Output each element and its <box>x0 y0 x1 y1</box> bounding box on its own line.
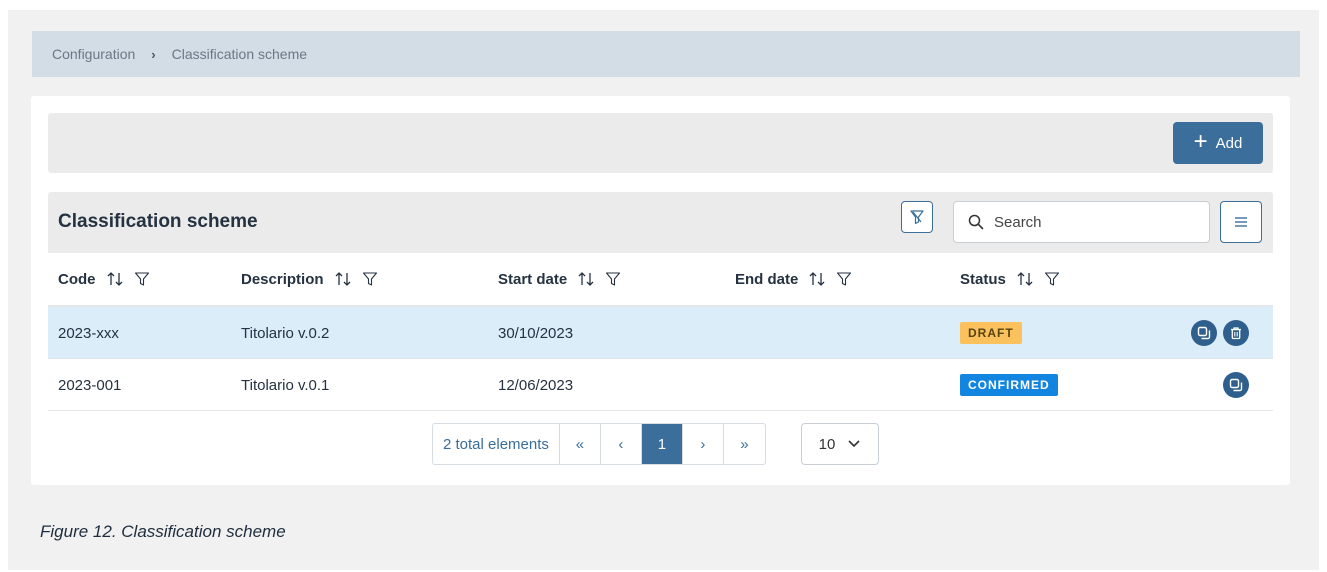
main-card: + Add Classification scheme Search Code … <box>31 96 1290 485</box>
cell-start-date: 12/06/2023 <box>498 376 574 394</box>
row-actions <box>1223 359 1249 411</box>
column-header-code: Code <box>58 253 150 305</box>
add-button-label: Add <box>1215 134 1243 152</box>
figure-caption: Figure 12. Classification scheme <box>40 522 286 541</box>
column-toggle-button[interactable] <box>1220 201 1262 243</box>
breadcrumb: Configuration › Classification scheme <box>32 31 1300 77</box>
sort-icon[interactable] <box>577 271 595 287</box>
cell-description: Titolario v.0.1 <box>241 376 330 394</box>
column-header-description: Description <box>241 253 378 305</box>
sort-icon[interactable] <box>808 271 826 287</box>
trash-icon <box>1231 327 1241 340</box>
column-label-end-date: End date <box>735 270 799 288</box>
cell-start-date: 30/10/2023 <box>498 324 574 342</box>
page-button-current[interactable]: 1 <box>641 424 683 464</box>
column-header-status: Status <box>960 253 1060 305</box>
table-title: Classification scheme <box>58 211 258 232</box>
cell-status: CONFIRMED <box>960 359 1058 411</box>
sort-icon[interactable] <box>1016 271 1034 287</box>
pagination: 2 total elements « ‹ 1 › » <box>432 423 766 465</box>
filter-icon[interactable] <box>134 271 150 287</box>
chevron-down-icon <box>848 440 860 448</box>
copy-button[interactable] <box>1223 372 1249 398</box>
filter-icon[interactable] <box>362 271 378 287</box>
copy-button[interactable] <box>1191 320 1217 346</box>
add-button[interactable]: + Add <box>1173 122 1263 164</box>
column-label-start-date: Start date <box>498 270 568 288</box>
status-badge: CONFIRMED <box>960 374 1058 396</box>
breadcrumb-item-classification-scheme: Classification scheme <box>171 46 308 62</box>
copy-icon <box>1229 378 1243 392</box>
cell-code: 2023-xxx <box>58 324 119 342</box>
cell-code: 2023-001 <box>58 376 122 394</box>
copy-icon <box>1197 326 1211 340</box>
filter-clear-icon <box>910 210 924 225</box>
breadcrumb-separator: › <box>151 46 156 62</box>
table-header: Classification scheme <box>48 192 1273 253</box>
table-row[interactable]: 2023-001 Titolario v.0.1 12/06/2023 CONF… <box>48 359 1273 411</box>
column-header-row: Code Description Start date End date Sta… <box>48 253 1273 307</box>
filter-icon[interactable] <box>605 271 621 287</box>
prev-page-button[interactable]: ‹ <box>601 424 642 464</box>
total-elements: 2 total elements <box>433 424 560 464</box>
column-header-start-date: Start date <box>498 253 621 305</box>
search-icon <box>968 214 984 230</box>
row-actions <box>1191 307 1249 359</box>
list-icon <box>1235 217 1247 227</box>
first-page-button[interactable]: « <box>560 424 601 464</box>
toolbar: + Add <box>48 113 1273 173</box>
column-label-code: Code <box>58 270 96 288</box>
page-size-value: 10 <box>818 435 836 453</box>
clear-filters-button[interactable] <box>901 201 933 233</box>
page-size-select[interactable]: 10 <box>801 423 879 465</box>
sort-icon[interactable] <box>334 271 352 287</box>
column-label-status: Status <box>960 270 1006 288</box>
breadcrumb-item-configuration[interactable]: Configuration <box>52 46 135 62</box>
search-box <box>953 201 1210 243</box>
status-badge: DRAFT <box>960 322 1022 344</box>
column-label-description: Description <box>241 270 324 288</box>
plus-icon: + <box>1193 128 1208 155</box>
delete-button[interactable] <box>1223 320 1249 346</box>
filter-icon[interactable] <box>836 271 852 287</box>
next-page-button[interactable]: › <box>683 424 724 464</box>
filter-icon[interactable] <box>1044 271 1060 287</box>
cell-status: DRAFT <box>960 307 1022 359</box>
column-header-end-date: End date <box>735 253 852 305</box>
sort-icon[interactable] <box>106 271 124 287</box>
cell-description: Titolario v.0.2 <box>241 324 330 342</box>
search-input[interactable] <box>994 213 1194 231</box>
last-page-button[interactable]: » <box>724 424 765 464</box>
table-row[interactable]: 2023-xxx Titolario v.0.2 30/10/2023 DRAF… <box>48 307 1273 359</box>
